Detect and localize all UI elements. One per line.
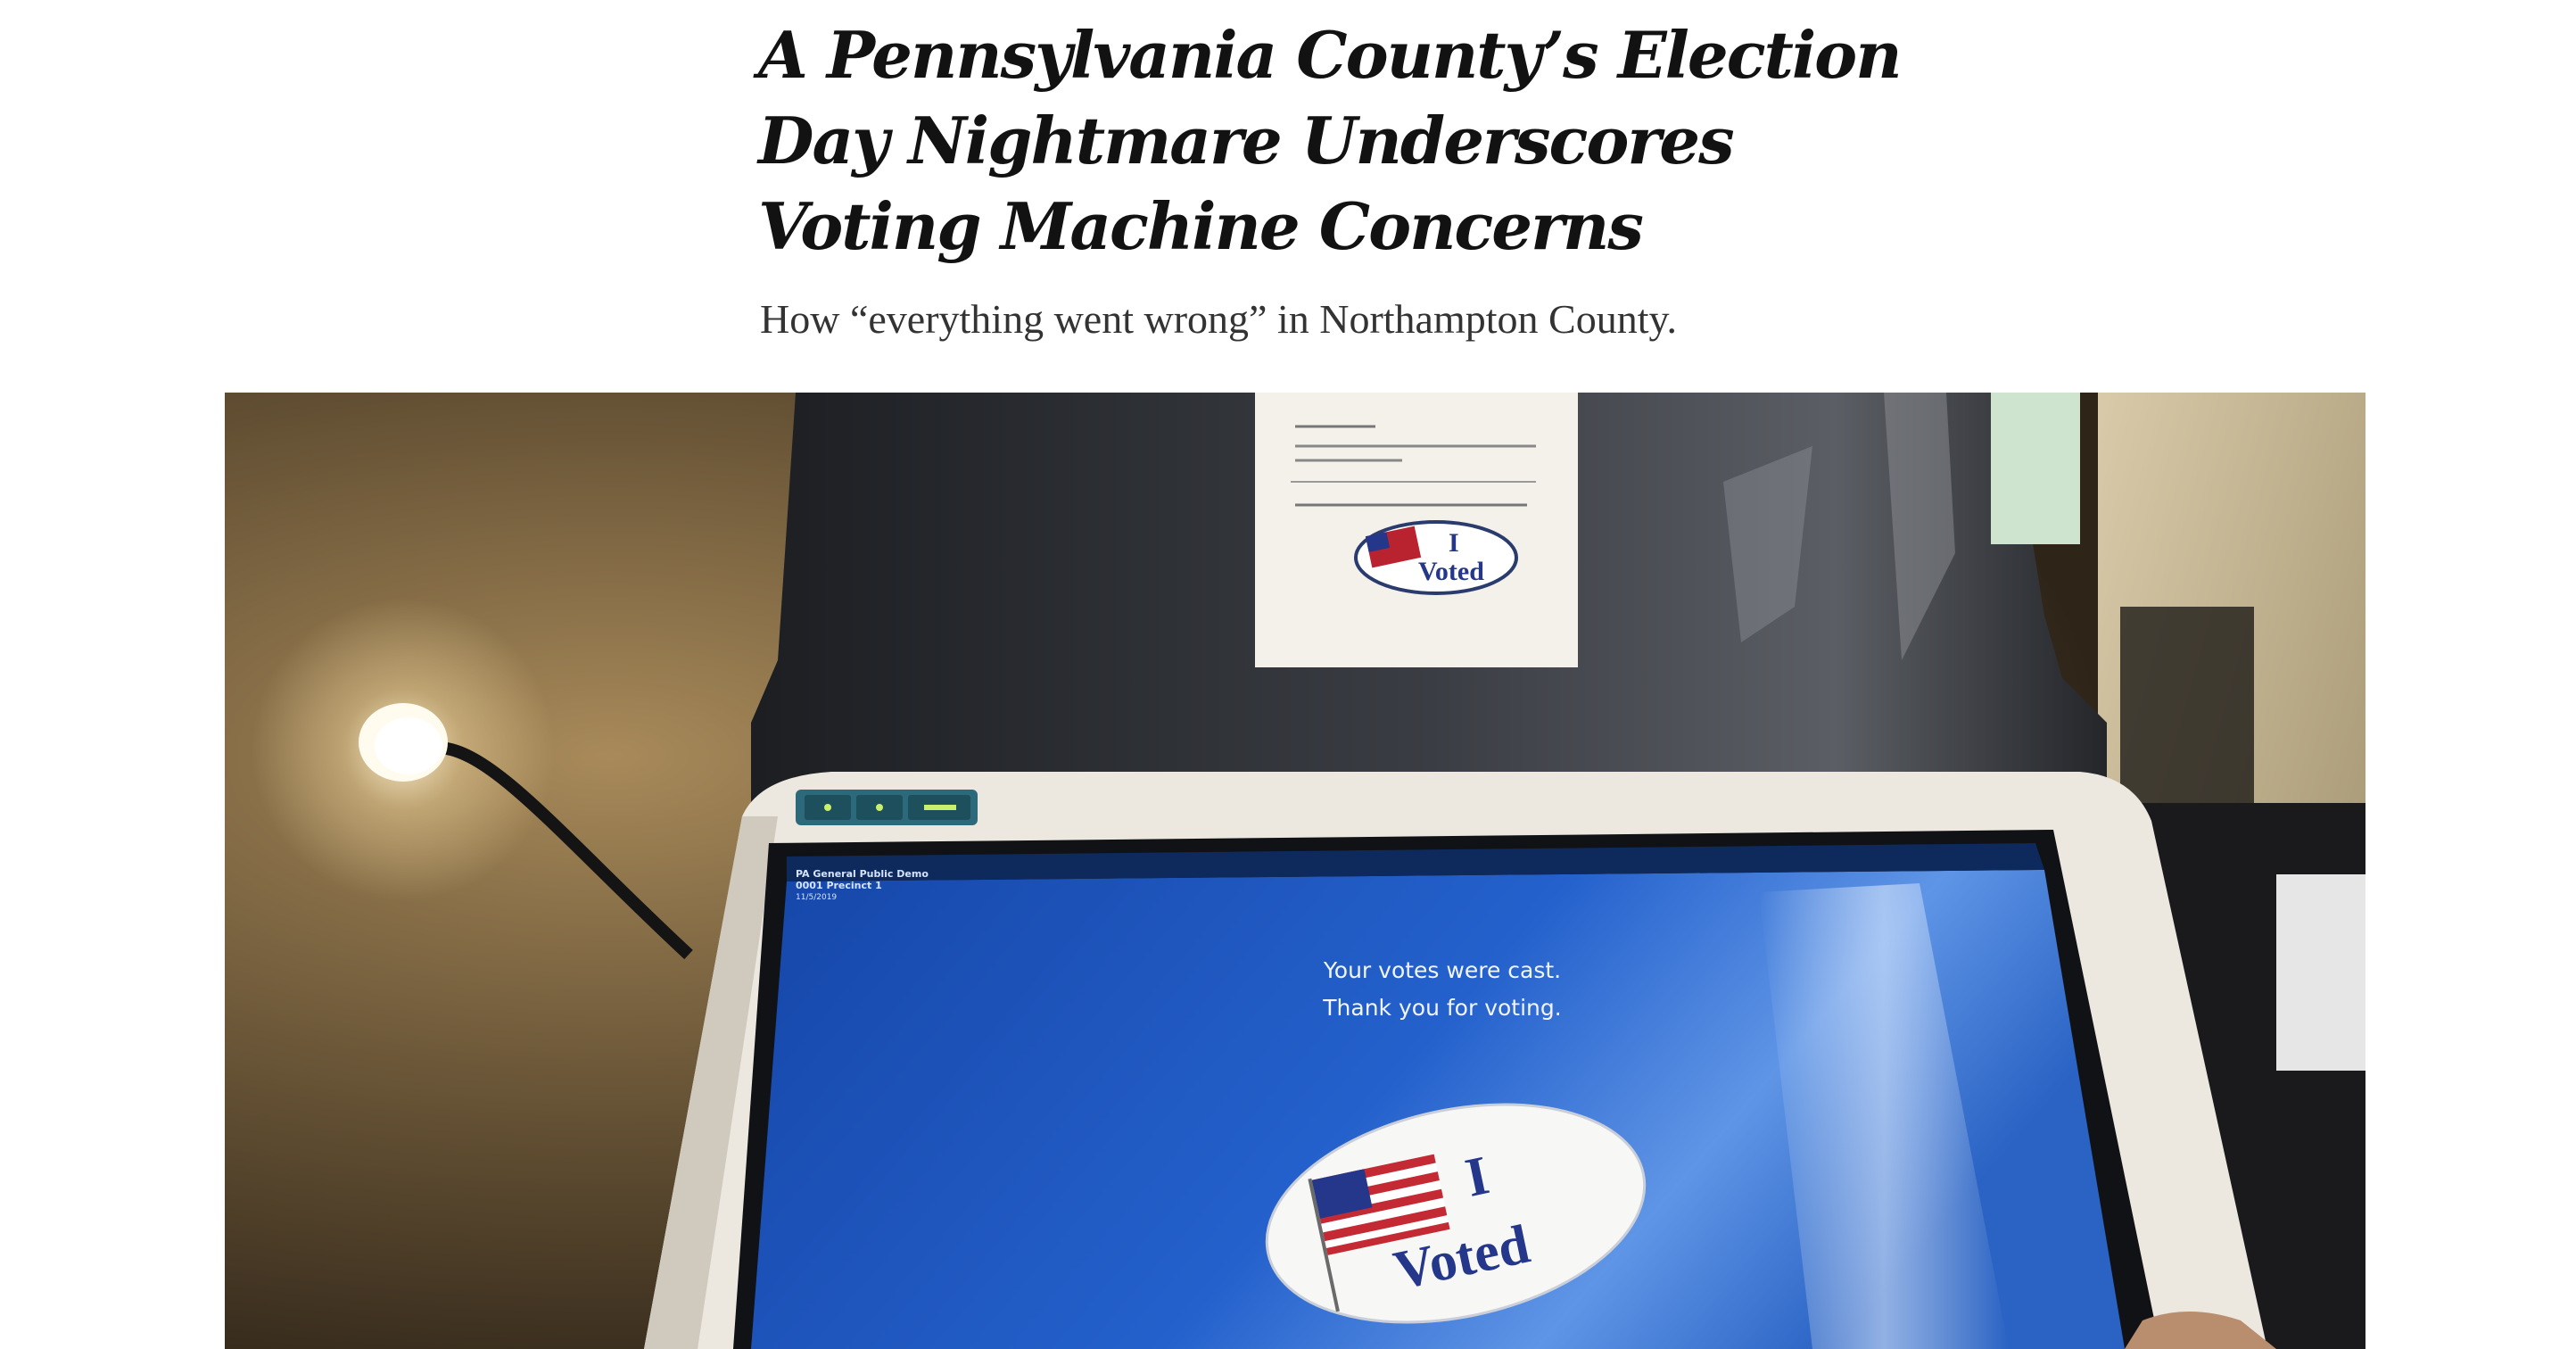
headline-line-1: A Pennsylvania County’s Election	[758, 17, 1903, 93]
headline-block: A Pennsylvania County’s Election Day Nig…	[758, 0, 1903, 269]
paper-sticker-voted: Voted	[1418, 557, 1484, 586]
article-summary: How “everything went wrong” in Northampt…	[760, 296, 1677, 342]
lead-photo-illustration: I Voted PA General Public Demo 0001 Prec…	[225, 393, 2365, 1349]
screen-header-line-2: 0001 Precinct 1	[796, 880, 882, 891]
screen-message-line-2: Thank you for voting.	[1322, 995, 1561, 1021]
lead-photo: I Voted PA General Public Demo 0001 Prec…	[225, 393, 2365, 1349]
screen-message-line-1: Your votes were cast.	[1323, 957, 1561, 983]
posted-green-sheet	[1991, 393, 2080, 544]
screen-header-line-1: PA General Public Demo	[796, 868, 929, 880]
screen-header-line-3: 11/5/2019	[796, 893, 837, 902]
paper-sticker-i: I	[1449, 528, 1459, 558]
headline-line-2: Day Nightmare Underscores	[758, 103, 1735, 178]
posted-instruction-sheet: I Voted	[1255, 393, 1578, 667]
article-headline: A Pennsylvania County’s Election Day Nig…	[758, 0, 1903, 269]
headline-line-3: Voting Machine Concerns	[758, 188, 1644, 264]
